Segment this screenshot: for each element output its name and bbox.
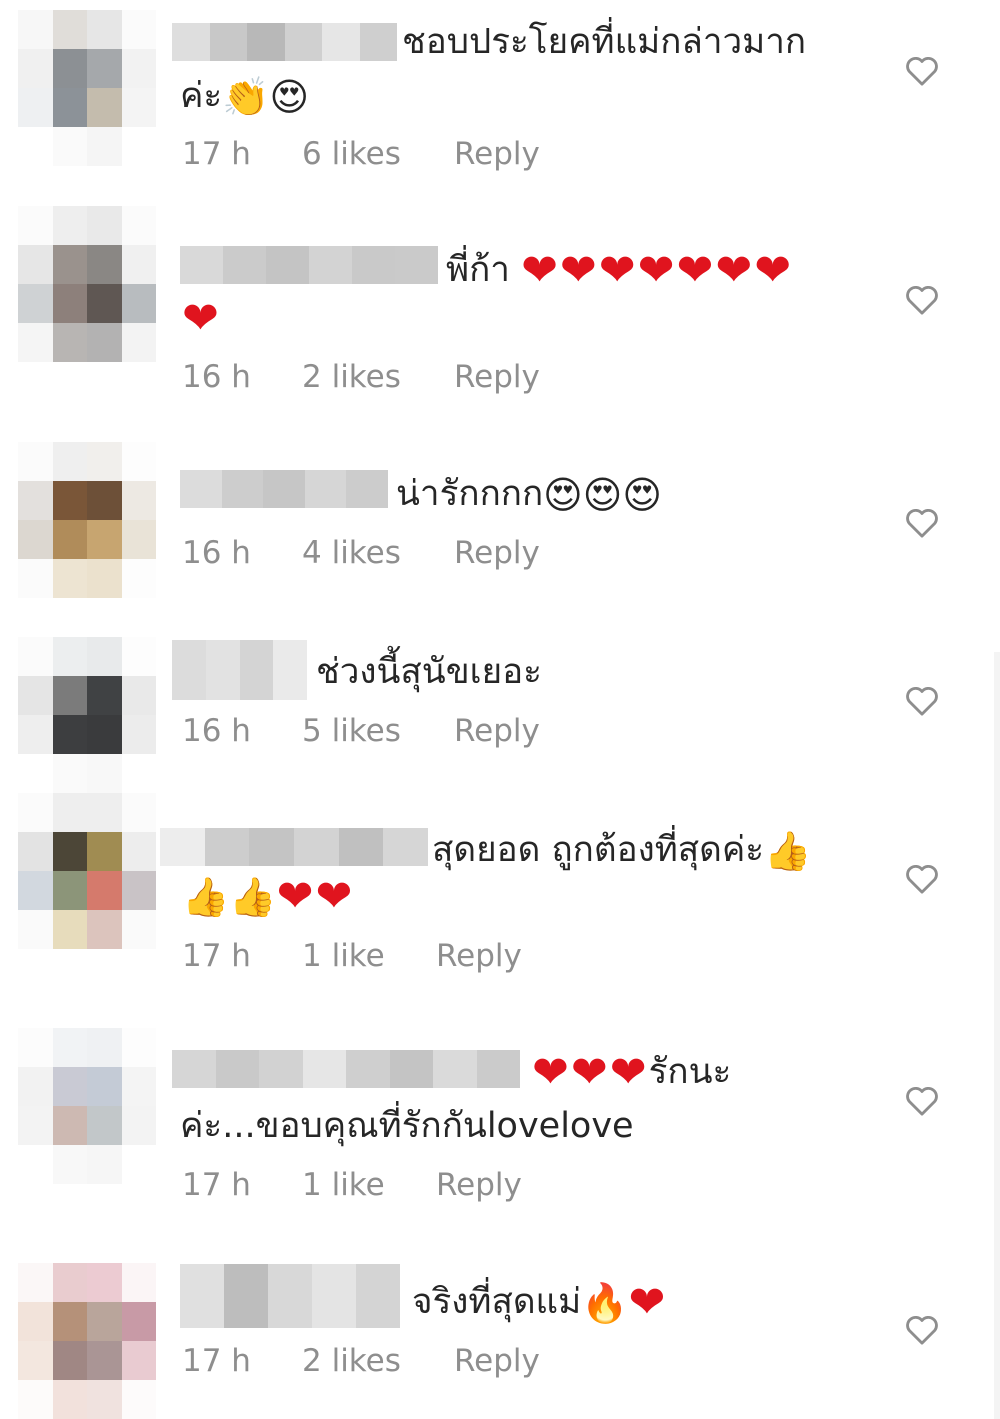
red-heart-emoji: ❤ xyxy=(628,1277,668,1328)
comment-text: ค่ะ...ขอบคุณที่รักกันlovelove xyxy=(180,1106,634,1146)
reply-button[interactable]: Reply xyxy=(454,136,540,172)
likes-count[interactable]: 1 like xyxy=(302,1167,436,1203)
reply-button[interactable]: Reply xyxy=(454,535,540,571)
comment-meta: 16 h 4 likes Reply xyxy=(182,535,540,571)
username-blurred[interactable] xyxy=(172,640,307,700)
heart-eyes-emoji: 😍😍😍 xyxy=(543,473,662,517)
heart-icon[interactable] xyxy=(905,283,939,315)
likes-count[interactable]: 4 likes xyxy=(302,535,454,571)
reply-button[interactable]: Reply xyxy=(454,1343,540,1379)
avatar[interactable] xyxy=(18,793,156,949)
username-blurred[interactable] xyxy=(172,1050,520,1088)
comment-meta: 17 h 6 likes Reply xyxy=(182,136,540,172)
comment-time: 17 h xyxy=(182,938,251,974)
comment-text: น่ารักกกก😍😍😍 xyxy=(396,473,662,517)
comment-time: 16 h xyxy=(182,713,251,749)
red-hearts-emoji: ❤❤ xyxy=(276,871,355,922)
comment-text: ค่ะ👏😍 xyxy=(180,75,310,119)
comment-time: 16 h xyxy=(182,359,251,395)
comment-meta: 17 h 2 likes Reply xyxy=(182,1343,540,1379)
comment-time: 17 h xyxy=(182,1167,251,1203)
avatar[interactable] xyxy=(18,206,156,362)
heart-icon[interactable] xyxy=(905,54,939,86)
username-blurred[interactable] xyxy=(180,246,438,284)
scrollbar-track[interactable] xyxy=(994,652,1000,1419)
heart-icon[interactable] xyxy=(905,684,939,716)
heart-icon[interactable] xyxy=(905,1084,939,1116)
fire-emoji: 🔥 xyxy=(581,1281,629,1325)
reply-button[interactable]: Reply xyxy=(454,359,540,395)
username-blurred[interactable] xyxy=(172,23,397,61)
comment-text: ช่วงนี้สุนัขเยอะ xyxy=(316,652,542,692)
comment-meta: 17 h 1 like Reply xyxy=(182,938,522,974)
comment-meta: 16 h 2 likes Reply xyxy=(182,359,540,395)
likes-count[interactable]: 5 likes xyxy=(302,713,454,749)
username-blurred[interactable] xyxy=(180,470,388,508)
username-blurred[interactable] xyxy=(160,828,429,866)
heart-icon[interactable] xyxy=(905,506,939,538)
avatar[interactable] xyxy=(18,10,156,166)
comment-text: ❤❤❤รักนะ xyxy=(532,1047,732,1098)
comment-text: สุดยอด ถูกต้องที่สุดค่ะ👍 xyxy=(432,829,812,873)
reply-button[interactable]: Reply xyxy=(454,713,540,749)
comment-text: ❤ xyxy=(182,292,221,344)
likes-count[interactable]: 1 like xyxy=(302,938,436,974)
comment-meta: 16 h 5 likes Reply xyxy=(182,713,540,749)
heart-icon[interactable] xyxy=(905,1313,939,1345)
reply-button[interactable]: Reply xyxy=(436,1167,522,1203)
red-hearts-emoji: ❤❤❤ xyxy=(532,1047,649,1098)
comment-text: จริงที่สุดแม่🔥❤ xyxy=(412,1277,668,1328)
thumbs-up-emoji: 👍 xyxy=(764,829,812,873)
clap-heart-eyes-emoji: 👏😍 xyxy=(222,75,310,119)
username-blurred[interactable] xyxy=(180,1264,400,1328)
reply-button[interactable]: Reply xyxy=(436,938,522,974)
likes-count[interactable]: 2 likes xyxy=(302,1343,454,1379)
comment-meta: 17 h 1 like Reply xyxy=(182,1167,522,1203)
avatar[interactable] xyxy=(18,1028,156,1184)
heart-icon[interactable] xyxy=(905,862,939,894)
thumbs-up-emoji: 👍👍 xyxy=(182,875,277,919)
comment-text: พี่ก้า ❤❤❤❤❤❤❤ xyxy=(446,245,794,296)
likes-count[interactable]: 2 likes xyxy=(302,359,454,395)
red-heart-emoji: ❤ xyxy=(182,293,221,344)
avatar[interactable] xyxy=(18,1263,156,1419)
red-hearts-emoji: ❤❤❤❤❤❤❤ xyxy=(521,245,794,296)
avatar[interactable] xyxy=(18,637,156,793)
comment-text: 👍👍❤❤ xyxy=(182,870,354,922)
likes-count[interactable]: 6 likes xyxy=(302,136,454,172)
avatar[interactable] xyxy=(18,442,156,598)
comment-text: ชอบประโยคที่แม่กล่าวมาก xyxy=(402,22,807,62)
comment-time: 17 h xyxy=(182,136,251,172)
comment-time: 16 h xyxy=(182,535,251,571)
comment-time: 17 h xyxy=(182,1343,251,1379)
